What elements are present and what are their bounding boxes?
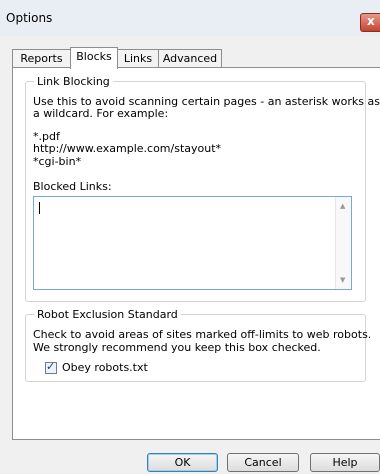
text-caret xyxy=(39,202,40,214)
blocked-links-textarea[interactable]: ▲ ▼ xyxy=(33,196,352,290)
cancel-button[interactable]: Cancel xyxy=(227,453,299,472)
close-button[interactable]: x xyxy=(360,13,380,32)
link-blocking-description-line2: a wildcard. For example: xyxy=(33,107,169,120)
help-button[interactable]: Help xyxy=(310,453,380,472)
window-title: Options xyxy=(6,11,53,25)
tab-reports[interactable]: Reports xyxy=(12,49,71,67)
link-blocking-legend: Link Blocking xyxy=(34,75,113,88)
textarea-scrollbar[interactable]: ▲ ▼ xyxy=(335,197,351,289)
scroll-down-icon[interactable]: ▼ xyxy=(340,276,345,284)
ok-button[interactable]: OK xyxy=(147,453,218,472)
title-bar: Options x xyxy=(0,0,380,36)
robot-exclusion-description-line2: We strongly recommend you keep this box … xyxy=(33,341,321,354)
tab-blocks[interactable]: Blocks xyxy=(70,47,118,69)
scroll-up-icon[interactable]: ▲ xyxy=(340,202,345,210)
tab-advanced[interactable]: Advanced xyxy=(158,49,222,67)
example-cgi: *cgi-bin* xyxy=(33,155,82,168)
example-url: http://www.example.com/stayout* xyxy=(33,142,222,155)
tab-links[interactable]: Links xyxy=(117,49,159,67)
checkmark-icon: ✓ xyxy=(46,360,56,373)
blocked-links-label: Blocked Links: xyxy=(33,180,112,193)
close-icon: x xyxy=(367,14,375,28)
robot-exclusion-legend: Robot Exclusion Standard xyxy=(34,308,181,321)
robot-exclusion-description-line1: Check to avoid areas of sites marked off… xyxy=(33,328,372,341)
obey-robots-checkbox[interactable]: ✓ xyxy=(45,360,57,374)
obey-robots-label[interactable]: Obey robots.txt xyxy=(62,361,148,374)
